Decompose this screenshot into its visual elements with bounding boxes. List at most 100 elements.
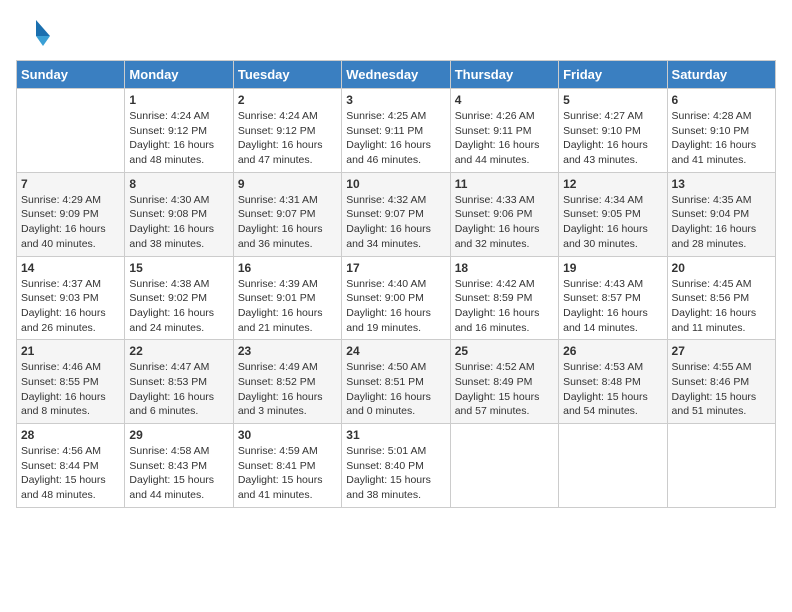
day-cell: 15Sunrise: 4:38 AM Sunset: 9:02 PM Dayli… [125,256,233,340]
week-row-1: 1Sunrise: 4:24 AM Sunset: 9:12 PM Daylig… [17,89,776,173]
day-cell: 2Sunrise: 4:24 AM Sunset: 9:12 PM Daylig… [233,89,341,173]
day-cell: 3 Sunrise: 4:25 AM Sunset: 9:11 PM Daylig… [342,89,450,173]
week-row-5: 28 Sunrise: 4:56 AM Sunset: 8:44 PM Dayli… [17,424,776,508]
week-row-2: 7 Sunrise: 4:29 AM Sunset: 9:09 PM Daylig… [17,172,776,256]
day-content: Sunrise: 4:32 AM Sunset: 9:07 PM Dayligh… [346,193,445,252]
day-content: Sunrise: 4:28 AM Sunset: 9:10 PM Dayligh… [672,109,771,168]
day-number: 11 [455,177,554,191]
week-row-3: 14 Sunrise: 4:37 AM Sunset: 9:03 PM Dayli… [17,256,776,340]
logo [16,16,56,52]
day-number: 16 [238,261,337,275]
day-number: 3 [346,93,445,107]
day-number: 20 [672,261,771,275]
day-cell: 28 Sunrise: 4:56 AM Sunset: 8:44 PM Dayli… [17,424,125,508]
day-content: Sunrise: 4:56 AM Sunset: 8:44 PM Dayligh… [21,444,120,503]
day-cell: 6 Sunrise: 4:28 AM Sunset: 9:10 PM Daylig… [667,89,775,173]
day-number: 8 [129,177,228,191]
column-header-tuesday: Tuesday [233,61,341,89]
day-content: Sunrise: 5:01 AM Sunset: 8:40 PM Dayligh… [346,444,445,503]
day-content: Sunrise: 4:29 AM Sunset: 9:09 PM Dayligh… [21,193,120,252]
day-content: Sunrise: 4:53 AM Sunset: 8:48 PM Dayligh… [563,360,662,419]
day-content: Sunrise: 4:24 AM Sunset: 9:12 PM Dayligh… [129,109,228,168]
day-cell: 21 Sunrise: 4:46 AM Sunset: 8:55 PM Dayli… [17,340,125,424]
day-content: Sunrise: 4:40 AM Sunset: 9:00 PM Dayligh… [346,277,445,336]
day-cell: 30 Sunrise: 4:59 AM Sunset: 8:41 PM Dayli… [233,424,341,508]
day-number: 5 [563,93,662,107]
day-content: Sunrise: 4:47 AM Sunset: 8:53 PM Dayligh… [129,360,228,419]
day-content: Sunrise: 4:33 AM Sunset: 9:06 PM Dayligh… [455,193,554,252]
day-number: 22 [129,344,228,358]
day-cell [559,424,667,508]
day-cell [450,424,558,508]
day-content: Sunrise: 4:58 AM Sunset: 8:43 PM Dayligh… [129,444,228,503]
day-cell: 27 Sunrise: 4:55 AM Sunset: 8:46 PM Dayli… [667,340,775,424]
day-content: Sunrise: 4:25 AM Sunset: 9:11 PM Dayligh… [346,109,445,168]
day-number: 18 [455,261,554,275]
day-number: 7 [21,177,120,191]
column-header-friday: Friday [559,61,667,89]
day-number: 6 [672,93,771,107]
day-number: 19 [563,261,662,275]
day-number: 12 [563,177,662,191]
day-content: Sunrise: 4:42 AM Sunset: 8:59 PM Dayligh… [455,277,554,336]
column-header-saturday: Saturday [667,61,775,89]
day-number: 26 [563,344,662,358]
day-number: 14 [21,261,120,275]
day-content: Sunrise: 4:24 AM Sunset: 9:12 PM Dayligh… [238,109,337,168]
day-number: 15 [129,261,228,275]
day-number: 28 [21,428,120,442]
day-cell: 9Sunrise: 4:31 AM Sunset: 9:07 PM Daylig… [233,172,341,256]
day-cell: 20 Sunrise: 4:45 AM Sunset: 8:56 PM Dayli… [667,256,775,340]
day-content: Sunrise: 4:27 AM Sunset: 9:10 PM Dayligh… [563,109,662,168]
day-cell: 22 Sunrise: 4:47 AM Sunset: 8:53 PM Dayli… [125,340,233,424]
day-content: Sunrise: 4:49 AM Sunset: 8:52 PM Dayligh… [238,360,337,419]
day-cell: 13 Sunrise: 4:35 AM Sunset: 9:04 PM Dayli… [667,172,775,256]
day-cell: 12 Sunrise: 4:34 AM Sunset: 9:05 PM Dayli… [559,172,667,256]
page-header [16,16,776,52]
day-cell: 31Sunrise: 5:01 AM Sunset: 8:40 PM Dayli… [342,424,450,508]
day-cell: 16 Sunrise: 4:39 AM Sunset: 9:01 PM Dayli… [233,256,341,340]
day-number: 27 [672,344,771,358]
day-cell: 11 Sunrise: 4:33 AM Sunset: 9:06 PM Dayli… [450,172,558,256]
day-content: Sunrise: 4:45 AM Sunset: 8:56 PM Dayligh… [672,277,771,336]
day-cell: 18 Sunrise: 4:42 AM Sunset: 8:59 PM Dayli… [450,256,558,340]
day-number: 4 [455,93,554,107]
day-cell: 29 Sunrise: 4:58 AM Sunset: 8:43 PM Dayli… [125,424,233,508]
day-cell [17,89,125,173]
day-content: Sunrise: 4:37 AM Sunset: 9:03 PM Dayligh… [21,277,120,336]
day-number: 13 [672,177,771,191]
column-header-monday: Monday [125,61,233,89]
day-number: 10 [346,177,445,191]
day-number: 30 [238,428,337,442]
day-content: Sunrise: 4:50 AM Sunset: 8:51 PM Dayligh… [346,360,445,419]
day-content: Sunrise: 4:34 AM Sunset: 9:05 PM Dayligh… [563,193,662,252]
day-cell: 4 Sunrise: 4:26 AM Sunset: 9:11 PM Daylig… [450,89,558,173]
day-number: 29 [129,428,228,442]
day-number: 9 [238,177,337,191]
day-cell: 26 Sunrise: 4:53 AM Sunset: 8:48 PM Dayli… [559,340,667,424]
calendar-table: SundayMondayTuesdayWednesdayThursdayFrid… [16,60,776,508]
day-cell: 23 Sunrise: 4:49 AM Sunset: 8:52 PM Dayli… [233,340,341,424]
day-cell: 14 Sunrise: 4:37 AM Sunset: 9:03 PM Dayli… [17,256,125,340]
day-number: 25 [455,344,554,358]
day-cell: 24 Sunrise: 4:50 AM Sunset: 8:51 PM Dayli… [342,340,450,424]
day-cell: 17 Sunrise: 4:40 AM Sunset: 9:00 PM Dayli… [342,256,450,340]
day-number: 23 [238,344,337,358]
day-number: 17 [346,261,445,275]
day-content: Sunrise: 4:39 AM Sunset: 9:01 PM Dayligh… [238,277,337,336]
day-cell: 7 Sunrise: 4:29 AM Sunset: 9:09 PM Daylig… [17,172,125,256]
day-content: Sunrise: 4:26 AM Sunset: 9:11 PM Dayligh… [455,109,554,168]
day-content: Sunrise: 4:43 AM Sunset: 8:57 PM Dayligh… [563,277,662,336]
day-cell: 1Sunrise: 4:24 AM Sunset: 9:12 PM Daylig… [125,89,233,173]
day-cell: 5 Sunrise: 4:27 AM Sunset: 9:10 PM Daylig… [559,89,667,173]
day-content: Sunrise: 4:59 AM Sunset: 8:41 PM Dayligh… [238,444,337,503]
day-content: Sunrise: 4:46 AM Sunset: 8:55 PM Dayligh… [21,360,120,419]
day-number: 21 [21,344,120,358]
day-content: Sunrise: 4:52 AM Sunset: 8:49 PM Dayligh… [455,360,554,419]
day-cell: 19 Sunrise: 4:43 AM Sunset: 8:57 PM Dayli… [559,256,667,340]
day-content: Sunrise: 4:35 AM Sunset: 9:04 PM Dayligh… [672,193,771,252]
day-content: Sunrise: 4:55 AM Sunset: 8:46 PM Dayligh… [672,360,771,419]
week-row-4: 21 Sunrise: 4:46 AM Sunset: 8:55 PM Dayli… [17,340,776,424]
day-number: 24 [346,344,445,358]
day-cell [667,424,775,508]
